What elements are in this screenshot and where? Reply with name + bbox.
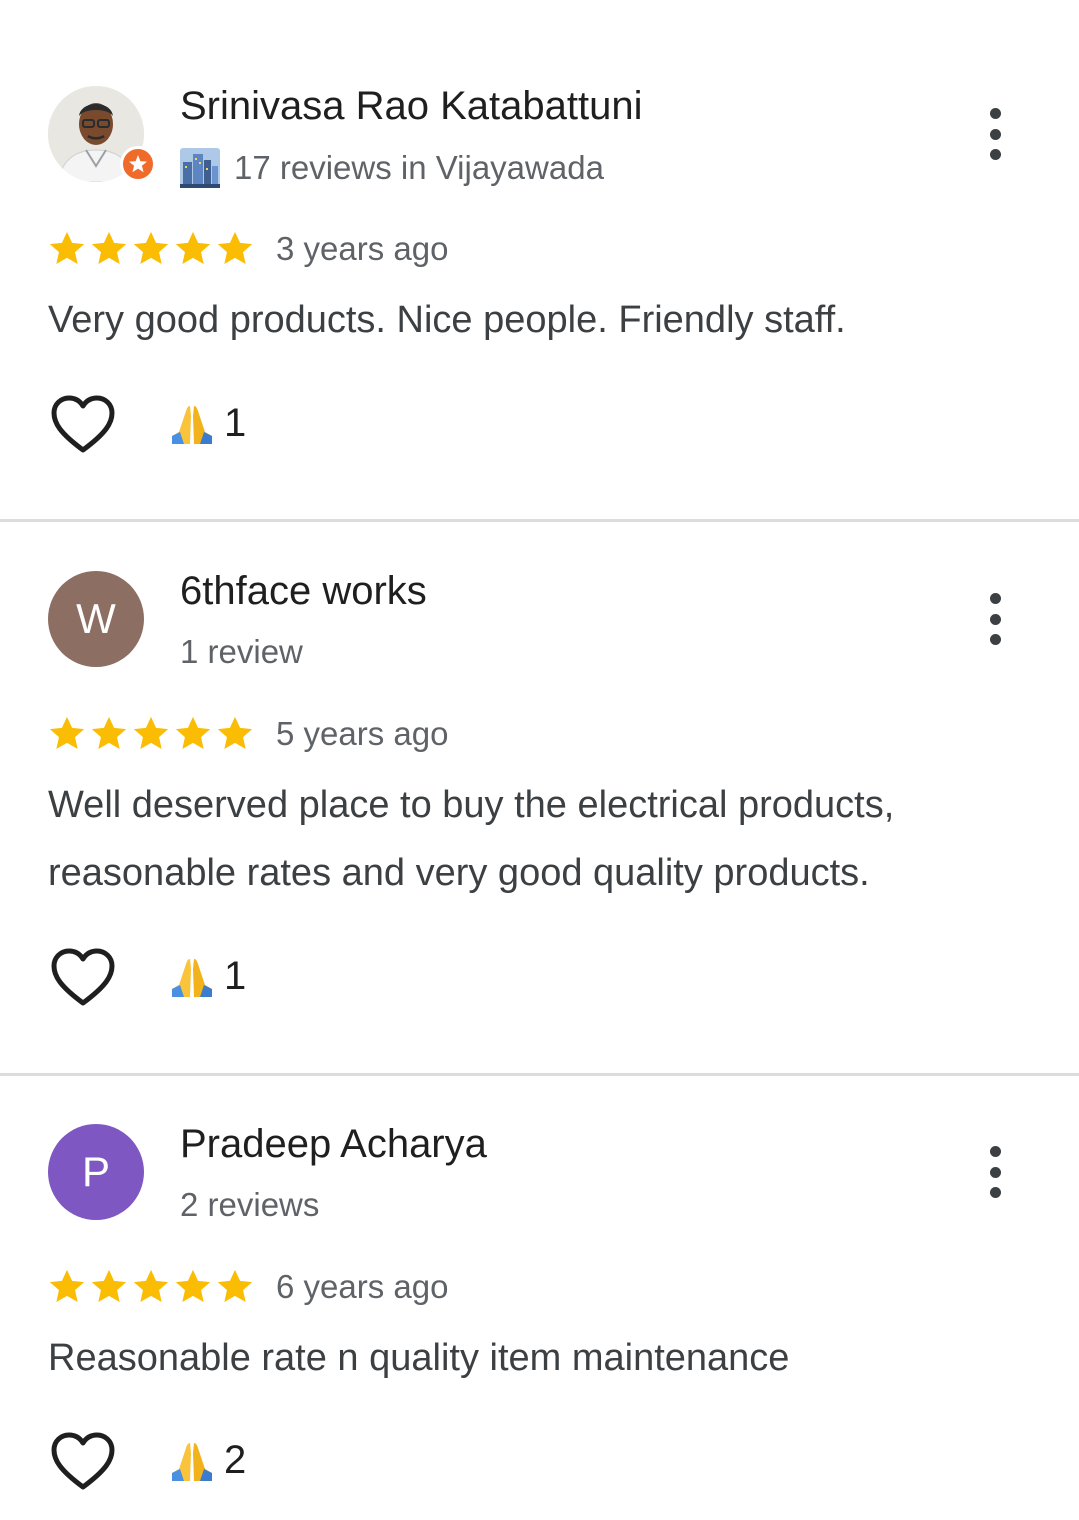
- star-icon: [91, 1269, 127, 1303]
- star-icon: [175, 1269, 211, 1303]
- more-vert-icon-dot: [989, 1146, 1001, 1157]
- avatar-letter: P: [81, 1148, 110, 1195]
- review-time: 6 years ago: [276, 1268, 449, 1305]
- star-icon: [49, 716, 85, 750]
- city-buildings-icon: [180, 148, 220, 188]
- review-count-text: 1 review: [180, 633, 303, 670]
- review-divider: [0, 1073, 1079, 1076]
- more-vert-icon-dot: [989, 108, 1001, 119]
- avatar[interactable]: W: [48, 571, 144, 667]
- more-options-button[interactable]: [975, 104, 1015, 164]
- more-vert-icon-dot: [989, 128, 1001, 140]
- reviewer-stats: 17 reviews in Vijayawada: [180, 148, 604, 188]
- like-heart-button[interactable]: [50, 1432, 116, 1492]
- reviewer-stats: 2 reviews: [180, 1186, 319, 1224]
- star-icon: [91, 716, 127, 750]
- review-time: 3 years ago: [276, 230, 449, 267]
- more-vert-icon-dot: [989, 1187, 1001, 1198]
- avatar[interactable]: P: [48, 1124, 144, 1220]
- star-icon: [217, 716, 253, 750]
- folded-hands-icon: [172, 1442, 212, 1481]
- star-icon: [217, 231, 253, 265]
- reaction-count: 2: [224, 1438, 247, 1482]
- top-chip-row-edge: [0, 0, 1079, 2]
- folded-hands-icon: [172, 405, 212, 444]
- folded-hands-icon: [172, 958, 212, 997]
- local-guide-badge-icon: [120, 146, 156, 182]
- more-options-button[interactable]: [975, 1142, 1015, 1202]
- star-icon: [217, 1269, 253, 1303]
- review-text: Well deserved place to buy the electrica…: [48, 784, 895, 894]
- reaction-count: 1: [224, 954, 247, 998]
- star-icon: [133, 231, 169, 265]
- star-icon: [175, 716, 211, 750]
- more-vert-icon-dot: [989, 149, 1001, 160]
- star-icon: [49, 231, 85, 265]
- review-text: Very good products. Nice people. Friendl…: [48, 299, 846, 341]
- star-rating: [46, 713, 256, 755]
- reaction-button[interactable]: 1: [170, 401, 246, 446]
- review-count-text: 17 reviews in Vijayawada: [234, 149, 604, 186]
- review-divider: [0, 519, 1079, 522]
- star-icon: [133, 716, 169, 750]
- reviewer-name[interactable]: Pradeep Acharya: [180, 1122, 487, 1167]
- more-vert-icon-dot: [989, 593, 1001, 604]
- reaction-count: 1: [224, 401, 247, 445]
- star-rating: [46, 228, 256, 270]
- star-icon: [49, 1269, 85, 1303]
- like-heart-button[interactable]: [50, 395, 116, 455]
- avatar-letter: W: [76, 595, 116, 642]
- more-vert-icon-dot: [989, 613, 1001, 625]
- star-icon: [133, 1269, 169, 1303]
- review-text: Reasonable rate n quality item maintenan…: [48, 1337, 790, 1379]
- reviewer-name[interactable]: Srinivasa Rao Katabattuni: [180, 84, 643, 129]
- like-heart-button[interactable]: [50, 948, 116, 1008]
- star-icon: [175, 231, 211, 265]
- reaction-button[interactable]: 2: [170, 1438, 246, 1483]
- reviewer-name[interactable]: 6thface works: [180, 569, 427, 614]
- more-vert-icon-dot: [989, 634, 1001, 645]
- more-options-button[interactable]: [975, 589, 1015, 649]
- star-rating: [46, 1266, 256, 1308]
- reaction-button[interactable]: 1: [170, 954, 246, 999]
- review-count-text: 2 reviews: [180, 1186, 320, 1223]
- review-time: 5 years ago: [276, 715, 449, 752]
- star-icon: [91, 231, 127, 265]
- more-vert-icon-dot: [989, 1166, 1001, 1178]
- reviewer-stats: 1 review: [180, 633, 303, 671]
